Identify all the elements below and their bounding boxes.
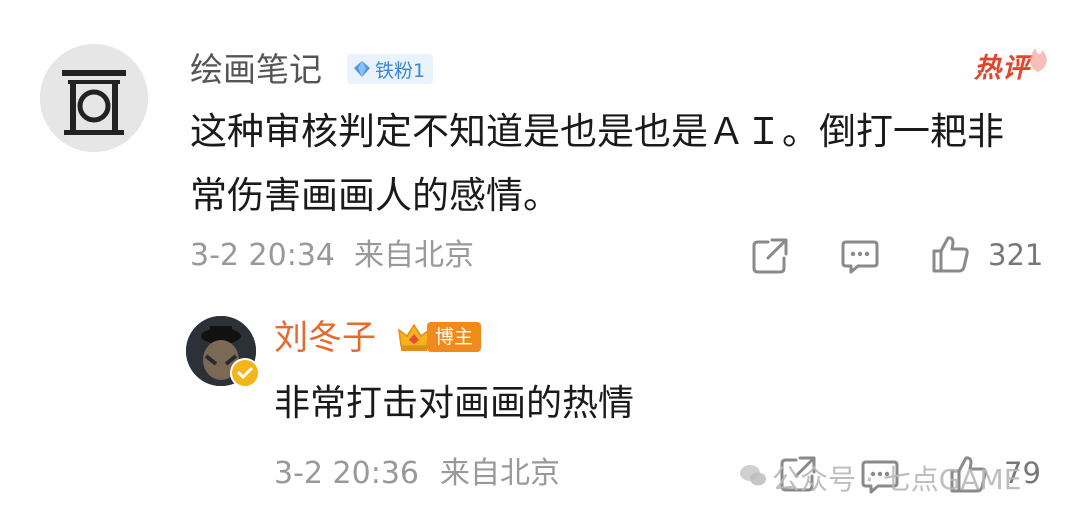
share-icon[interactable] xyxy=(750,236,790,276)
blogger-badge[interactable]: 博主 xyxy=(397,320,482,354)
fan-badge-label: 铁粉1 xyxy=(375,59,426,82)
avatar-image xyxy=(40,44,148,152)
hot-comment-tag: 热评 xyxy=(974,53,1030,84)
reply-time: 3-2 20:36 xyxy=(274,456,419,491)
comment-icon[interactable] xyxy=(840,236,880,276)
blogger-badge-label: 博主 xyxy=(427,322,482,352)
like-icon[interactable] xyxy=(930,234,970,274)
comment-time: 3-2 20:34 xyxy=(190,238,335,273)
comment-username[interactable]: 绘画笔记 xyxy=(190,50,322,90)
avatar[interactable] xyxy=(40,44,148,152)
flame-icon xyxy=(1030,48,1047,72)
comment-like-count: 321 xyxy=(988,238,1044,272)
reply-location: 来自北京 xyxy=(440,456,560,491)
comment-text-line2: 常伤害画画人的感情。 xyxy=(190,174,560,217)
reply-username[interactable]: 刘冬子 xyxy=(274,318,376,358)
comment-text-line1: 这种审核判定不知道是也是也是ＡＩ。倒打一耙非 xyxy=(190,110,1004,153)
comment-location: 来自北京 xyxy=(354,238,474,273)
verified-icon xyxy=(230,358,260,388)
wechat-icon xyxy=(740,465,766,486)
reply-text: 非常打击对画画的热情 xyxy=(274,383,635,424)
crown-icon xyxy=(398,323,430,351)
fan-badge[interactable]: 铁粉1 xyxy=(347,54,434,84)
watermark-text: 公众号 · 七点GAME xyxy=(772,463,1022,496)
diamond-icon xyxy=(354,61,370,77)
